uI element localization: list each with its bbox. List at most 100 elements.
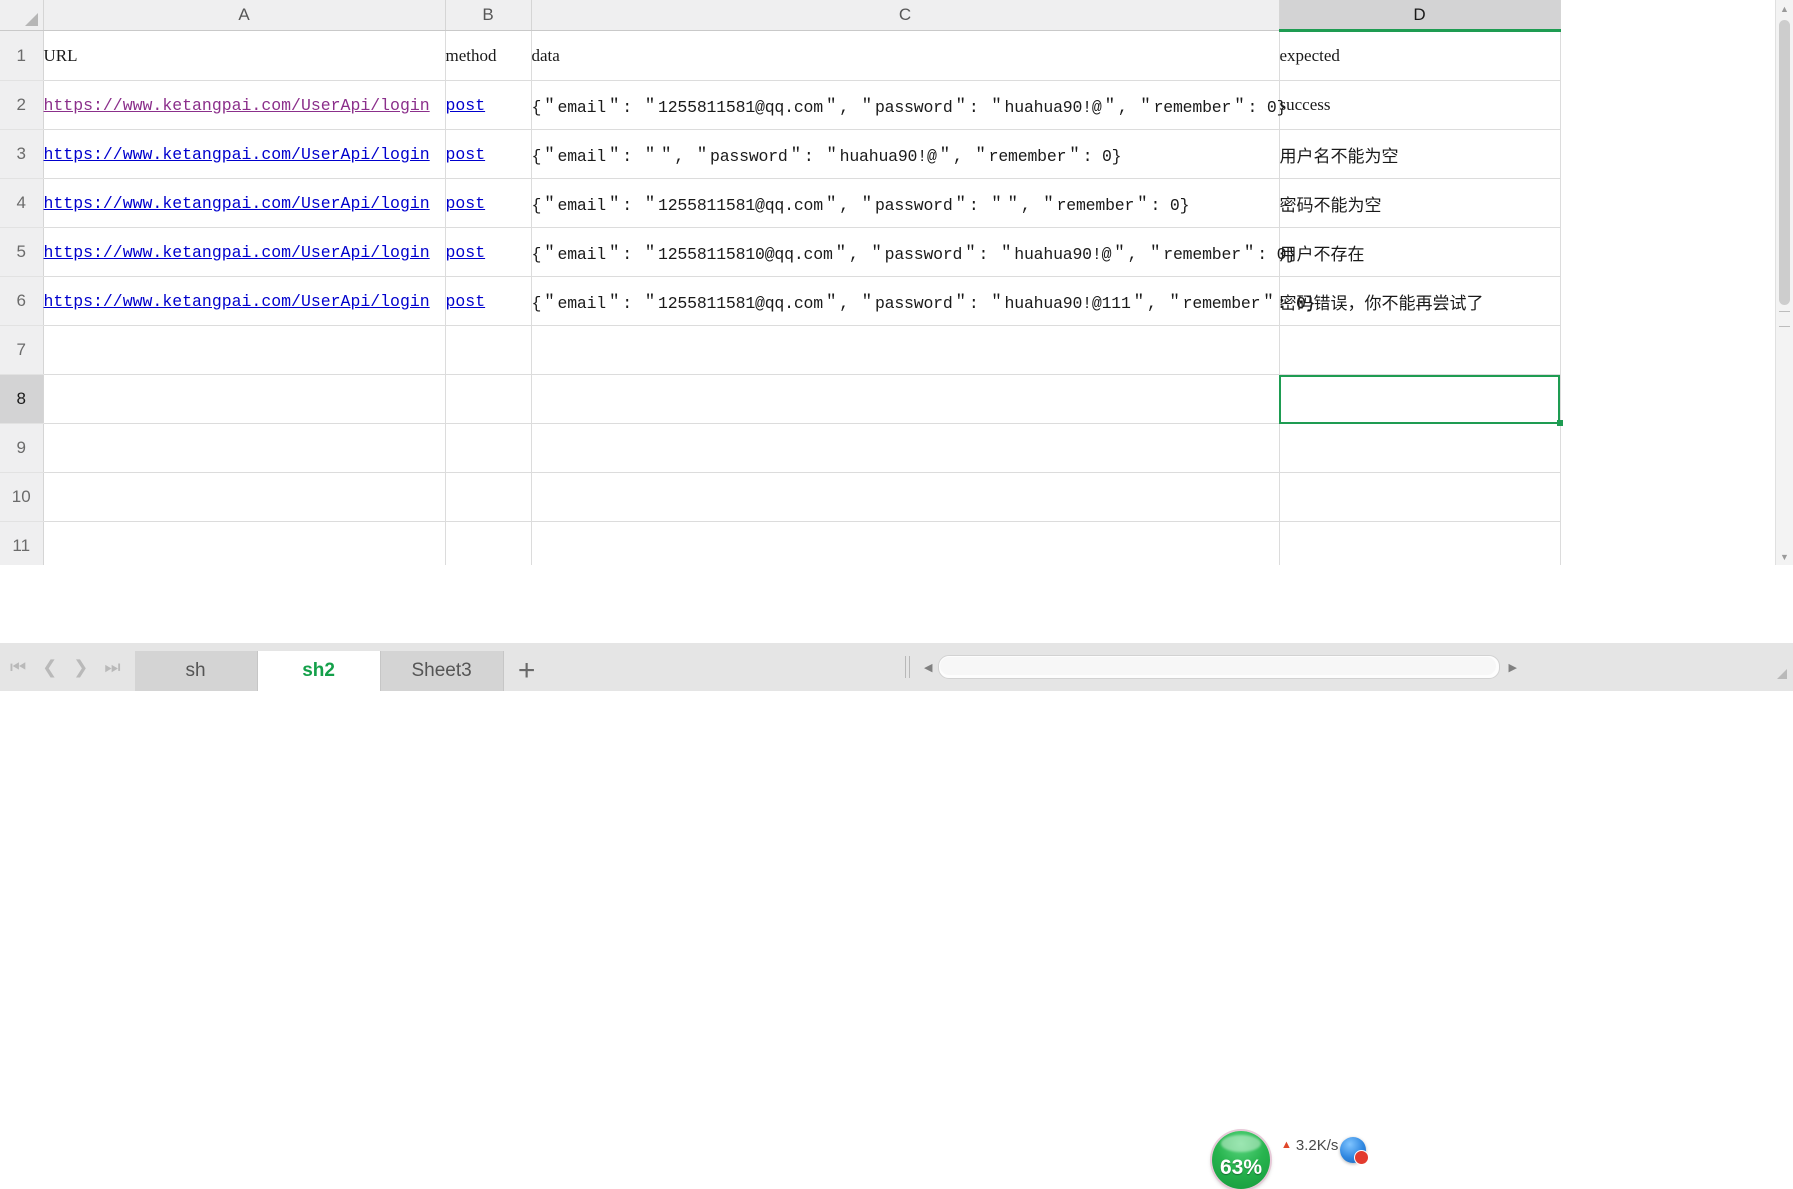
url-link[interactable]: https://www.ketangpai.com/UserApi/login — [44, 194, 430, 213]
active-cell-d8[interactable] — [1279, 374, 1563, 426]
method-link[interactable]: post — [446, 243, 486, 262]
sheet-tab-sheet3[interactable]: Sheet3 — [380, 651, 504, 691]
cell-a2[interactable]: https://www.ketangpai.com/UserApi/login — [43, 80, 446, 130]
cell-c2[interactable]: {＂email＂: ＂1255811581@qq.com＂, ＂password… — [531, 80, 1287, 130]
cell-c3[interactable]: {＂email＂: ＂＂, ＂password＂: ＂huahua90!@＂, … — [531, 129, 1280, 179]
column-header-d[interactable]: D — [1279, 0, 1561, 32]
vertical-scroll-thumb[interactable] — [1779, 20, 1790, 305]
network-tray-icon[interactable] — [1340, 1137, 1369, 1165]
cell-d10[interactable] — [1279, 472, 1561, 522]
cell-text: method — [445, 45, 497, 65]
cell-c1[interactable]: data — [531, 30, 1280, 81]
column-header-b[interactable]: B — [445, 0, 532, 31]
last-sheet-icon[interactable]: ⏭ — [104, 658, 120, 676]
scroll-left-icon[interactable]: ◀ — [924, 661, 932, 674]
method-link[interactable]: post — [446, 145, 486, 164]
cell-b2[interactable]: post — [445, 80, 532, 130]
cell-a11[interactable] — [43, 521, 446, 565]
url-link[interactable]: https://www.ketangpai.com/UserApi/login — [44, 96, 430, 115]
sheet-tab-sh2[interactable]: sh2 — [257, 651, 381, 691]
cell-b4[interactable]: post — [445, 178, 532, 228]
cell-b11[interactable] — [445, 521, 532, 565]
cell-b7[interactable] — [445, 325, 532, 375]
cell-d11[interactable] — [1279, 521, 1561, 565]
row-header-2[interactable]: 2 — [0, 80, 44, 130]
table-row: 7 — [0, 325, 1561, 375]
row-header-10[interactable]: 10 — [0, 472, 44, 522]
scroll-up-icon[interactable]: ▲ — [1776, 0, 1793, 17]
cell-c9[interactable] — [531, 423, 1280, 473]
scroll-down-icon[interactable]: ▼ — [1776, 548, 1793, 565]
horizontal-scroll-area: ◀ ▶ — [905, 647, 1517, 687]
sheet-tab-sh[interactable]: sh — [134, 651, 258, 691]
scroll-right-icon[interactable]: ▶ — [1508, 661, 1516, 674]
globe-icon[interactable] — [1340, 1137, 1369, 1165]
horizontal-scroll-thumb[interactable] — [940, 657, 1497, 675]
cell-c4[interactable]: {＂email＂: ＂1255811581@qq.com＂, ＂password… — [531, 178, 1280, 228]
cell-c5[interactable]: {＂email＂: ＂12558115810@qq.com＂, ＂passwor… — [531, 227, 1296, 277]
cell-c6[interactable]: {＂email＂: ＂1255811581@qq.com＂, ＂password… — [531, 276, 1316, 326]
cell-a4[interactable]: https://www.ketangpai.com/UserApi/login — [43, 178, 446, 228]
row-header-1[interactable]: 1 — [0, 30, 44, 81]
first-sheet-icon[interactable]: ⏮ — [10, 658, 26, 676]
column-header-c[interactable]: C — [531, 0, 1280, 31]
cell-c11[interactable] — [531, 521, 1280, 565]
cell-b10[interactable] — [445, 472, 532, 522]
prev-sheet-icon[interactable]: ❮ — [42, 658, 57, 676]
cell-a5[interactable]: https://www.ketangpai.com/UserApi/login — [43, 227, 446, 277]
network-speed-widget[interactable]: ▲ 3.2K/s — [1281, 1137, 1338, 1154]
add-sheet-button[interactable]: + — [504, 651, 550, 691]
cell-a6[interactable]: https://www.ketangpai.com/UserApi/login — [43, 276, 446, 326]
cell-b9[interactable] — [445, 423, 532, 473]
select-all-corner[interactable] — [0, 0, 44, 31]
cell-a8[interactable] — [43, 374, 446, 424]
cell-b5[interactable]: post — [445, 227, 532, 277]
method-link[interactable]: post — [446, 96, 486, 115]
cell-d2[interactable]: success — [1279, 80, 1561, 130]
url-link[interactable]: https://www.ketangpai.com/UserApi/login — [44, 243, 430, 262]
cell-c8[interactable] — [531, 374, 1280, 424]
triangle-icon — [24, 13, 38, 26]
cell-d9[interactable] — [1279, 423, 1561, 473]
method-link[interactable]: post — [446, 292, 486, 311]
cell-d3[interactable]: 用户名不能为空 — [1279, 129, 1561, 179]
cell-d1[interactable]: expected — [1279, 30, 1561, 81]
cell-d4[interactable]: 密码不能为空 — [1279, 178, 1561, 228]
row-header-11[interactable]: 11 — [0, 521, 44, 565]
cell-c10[interactable] — [531, 472, 1280, 522]
row-header-6[interactable]: 6 — [0, 276, 44, 326]
cell-a3[interactable]: https://www.ketangpai.com/UserApi/login — [43, 129, 446, 179]
next-sheet-icon[interactable]: ❯ — [73, 658, 88, 676]
zoom-percent-badge[interactable]: 63% — [1212, 1131, 1270, 1189]
row-header-4[interactable]: 4 — [0, 178, 44, 228]
row-header-7[interactable]: 7 — [0, 325, 44, 375]
cell-c7[interactable] — [531, 325, 1280, 375]
resize-grip-icon[interactable] — [1777, 669, 1787, 679]
column-header-a[interactable]: A — [43, 0, 446, 31]
pane-splitter[interactable] — [1779, 311, 1790, 327]
horizontal-scrollbar[interactable] — [938, 655, 1501, 679]
grid-area[interactable]: A B C D 1 URL method data expected 2 htt… — [0, 0, 1793, 565]
row-header-5[interactable]: 5 — [0, 227, 44, 277]
method-link[interactable]: post — [446, 194, 486, 213]
cell-b3[interactable]: post — [445, 129, 532, 179]
vertical-scrollbar[interactable]: ▲ ▼ — [1775, 0, 1793, 565]
cell-d6[interactable]: 密码错误，你不能再尝试了 — [1279, 276, 1561, 326]
horizontal-pane-splitter[interactable] — [905, 656, 910, 678]
url-link[interactable]: https://www.ketangpai.com/UserApi/login — [44, 292, 430, 311]
cell-a1[interactable]: URL — [43, 30, 446, 81]
row-header-9[interactable]: 9 — [0, 423, 44, 473]
url-link[interactable]: https://www.ketangpai.com/UserApi/login — [44, 145, 430, 164]
badge-gloss — [1221, 1135, 1261, 1152]
cell-b8[interactable] — [445, 374, 532, 424]
cell-b6[interactable]: post — [445, 276, 532, 326]
cell-a9[interactable] — [43, 423, 446, 473]
cell-d5[interactable]: 用户不存在 — [1279, 227, 1561, 277]
fill-handle[interactable] — [1556, 420, 1563, 426]
cell-b1[interactable]: method — [445, 30, 532, 81]
row-header-8[interactable]: 8 — [0, 374, 44, 424]
cell-a7[interactable] — [43, 325, 446, 375]
cell-a10[interactable] — [43, 472, 446, 522]
row-header-3[interactable]: 3 — [0, 129, 44, 179]
cell-d7[interactable] — [1279, 325, 1561, 375]
